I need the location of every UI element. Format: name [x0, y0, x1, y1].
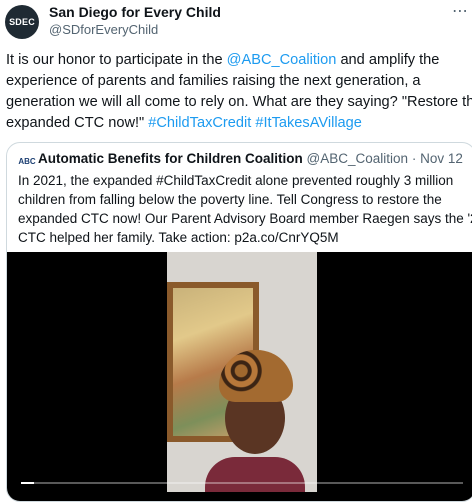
mention-link-abc-coalition[interactable]: @ABC_Coalition — [227, 52, 337, 68]
quoted-text: In 2021, the expanded #ChildTaxCredit al… — [18, 171, 472, 247]
quoted-text-line: expanded CTC now! Our Parent Advisory Bo… — [18, 211, 472, 226]
quoted-author-handle[interactable]: @ABC_Coalition — [307, 151, 409, 166]
separator-dot: · — [411, 151, 417, 166]
video-progress-fill — [21, 482, 35, 484]
body-text-segment: and amplify the — [336, 52, 440, 68]
body-text-line: generation we will all come to rely on. … — [6, 94, 472, 110]
quoted-date[interactable]: Nov 12 — [420, 151, 463, 166]
tweet-card[interactable]: SDEC San Diego for Every Child @SDforEve… — [0, 0, 472, 502]
quoted-text-line: CTC helped her family. Take action: p2a.… — [18, 230, 339, 245]
speaker-shirt — [205, 457, 305, 492]
quoted-author-name[interactable]: Automatic Benefits for Children Coalitio… — [38, 151, 303, 166]
body-text-segment: expanded CTC now!" — [6, 115, 149, 131]
author-name[interactable]: San Diego for Every Child — [49, 4, 221, 20]
body-text-segment: It is our honor to participate in the — [6, 52, 227, 68]
author-avatar[interactable]: SDEC — [5, 5, 39, 39]
video-frame[interactable] — [167, 252, 317, 492]
author-handle[interactable]: @SDforEveryChild — [49, 22, 158, 37]
quoted-text-line: In 2021, the expanded #ChildTaxCredit al… — [18, 173, 454, 188]
hashtag-link-ittakesavillage[interactable]: #ItTakesAVillage — [255, 115, 362, 131]
body-text-line: experience of parents and families raisi… — [6, 73, 421, 89]
video-progress-bar[interactable] — [21, 482, 463, 484]
more-options-icon[interactable]: ⋯ — [452, 4, 468, 20]
quoted-avatar-logo[interactable]: ABC — [18, 154, 36, 168]
quoted-tweet[interactable]: ABC Automatic Benefits for Children Coal… — [6, 142, 472, 502]
hashtag-link-childtaxcredit[interactable]: #ChildTaxCredit — [148, 115, 251, 131]
quoted-text-line: children from falling below the poverty … — [18, 192, 442, 207]
video-player[interactable] — [7, 252, 472, 501]
quoted-header: Automatic Benefits for Children Coalitio… — [38, 151, 463, 166]
tweet-text: It is our honor to participate in the @A… — [6, 50, 472, 134]
